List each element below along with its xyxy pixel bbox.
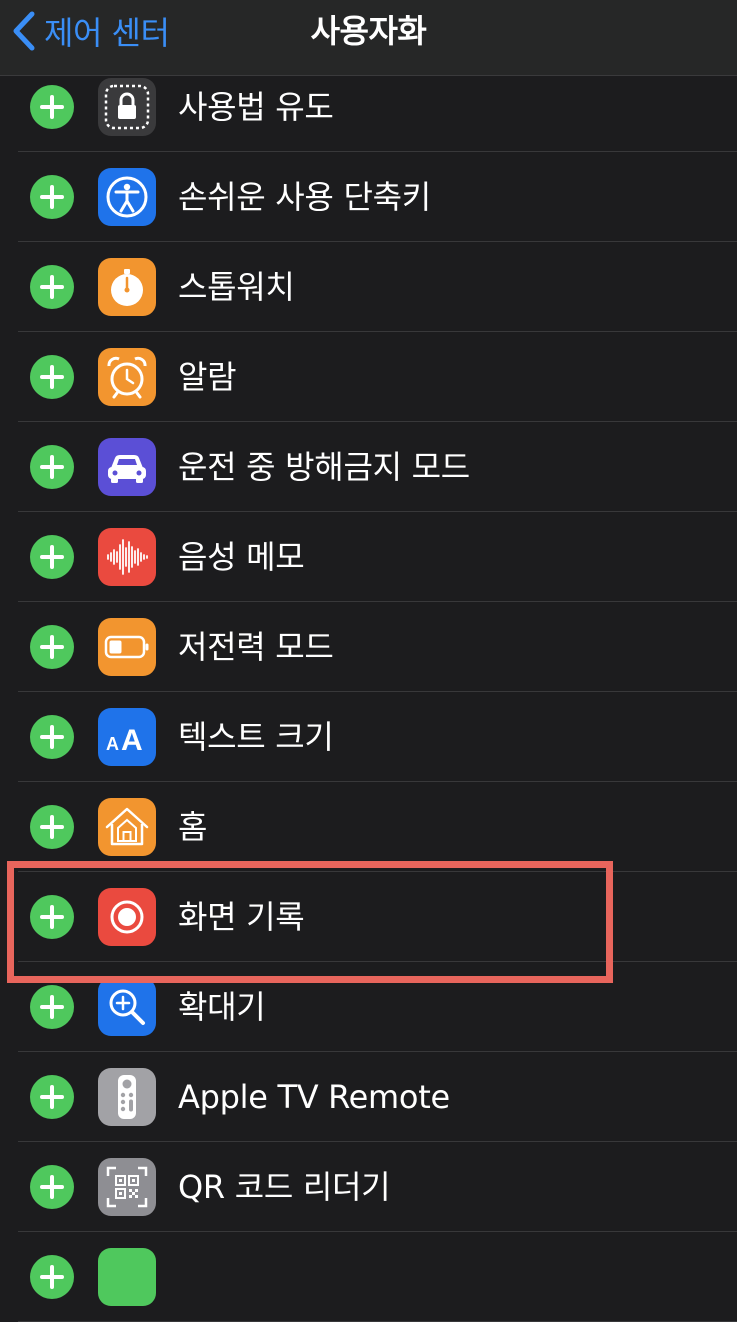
list-item-screen-recording[interactable]: 화면 기록 [0,872,737,962]
stopwatch-icon [98,258,156,316]
tv-remote-icon [98,1068,156,1126]
list-item-home[interactable]: 홈 [0,782,737,872]
add-button[interactable] [30,715,74,759]
add-button[interactable] [30,535,74,579]
list-item-text-size[interactable]: A A 텍스트 크기 [0,692,737,782]
list-item-magnifier[interactable]: 확대기 [0,962,737,1052]
add-button[interactable] [30,985,74,1029]
add-button[interactable] [30,85,74,129]
list-item-label: 사용법 유도 [178,88,334,126]
guided-access-icon [98,78,156,136]
list-item-partial[interactable] [0,1232,737,1322]
add-button[interactable] [30,625,74,669]
list-item-label: 확대기 [178,988,266,1026]
list-item-apple-tv-remote[interactable]: Apple TV Remote [0,1052,737,1142]
list-item-label: 홈 [178,808,208,846]
list-item-label: 텍스트 크기 [178,718,334,756]
add-button[interactable] [30,805,74,849]
list-item-low-power-mode[interactable]: 저전력 모드 [0,602,737,692]
add-button[interactable] [30,355,74,399]
list-item-label: 저전력 모드 [178,628,334,666]
accessibility-icon [98,168,156,226]
alarm-icon [98,348,156,406]
list-item-alarm[interactable]: 알람 [0,332,737,422]
list-item-label: 음성 메모 [178,538,305,576]
add-button[interactable] [30,1165,74,1209]
list-item-label: Apple TV Remote [178,1078,450,1116]
list-item-label: 화면 기록 [178,898,305,936]
list-item-voice-memos[interactable]: 음성 메모 [0,512,737,602]
record-icon [98,888,156,946]
qr-code-icon [98,1158,156,1216]
add-button[interactable] [30,175,74,219]
list-item-label: 운전 중 방해금지 모드 [178,448,470,486]
list-item-label: 알람 [178,358,237,396]
list-item-accessibility-shortcut[interactable]: 손쉬운 사용 단축키 [0,152,737,242]
magnifier-icon [98,978,156,1036]
list-item-qr-code-reader[interactable]: QR 코드 리더기 [0,1142,737,1232]
list-item-stopwatch[interactable]: 스톱워치 [0,242,737,332]
svg-text:A: A [121,724,143,757]
page-title: 사용자화 [310,12,427,50]
more-controls-list: 사용법 유도 손쉬운 사용 단축키 스톱워치 알람 운전 중 방해금지 모드 음… [0,62,737,1322]
car-icon [98,438,156,496]
add-button[interactable] [30,265,74,309]
text-size-icon: A A [98,708,156,766]
add-button[interactable] [30,1075,74,1119]
add-button[interactable] [30,445,74,489]
battery-icon [98,618,156,676]
add-button[interactable] [30,895,74,939]
list-item-label: 스톱워치 [178,268,295,306]
home-icon [98,798,156,856]
list-item-label: 손쉬운 사용 단축키 [178,178,431,216]
partial-app-icon [98,1248,156,1306]
list-item-do-not-disturb-while-driving[interactable]: 운전 중 방해금지 모드 [0,422,737,512]
add-button[interactable] [30,1255,74,1299]
svg-text:A: A [106,734,119,754]
list-item-label: QR 코드 리더기 [178,1168,391,1206]
waveform-icon [98,528,156,586]
navigation-bar: 제어 센터 사용자화 [0,0,737,76]
